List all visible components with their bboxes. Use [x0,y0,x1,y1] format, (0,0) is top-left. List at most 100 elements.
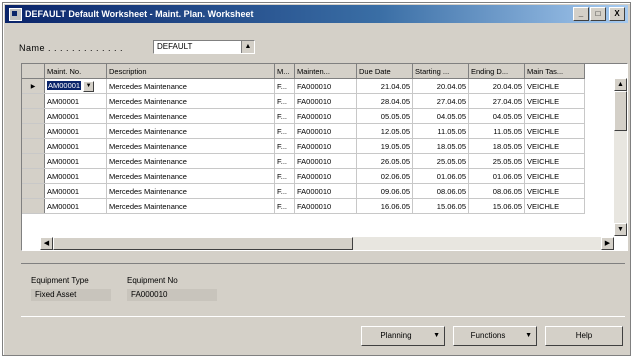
cell-maint-no[interactable]: AM00001 [44,138,107,154]
cell-ending[interactable]: 15.06.05 [468,198,525,214]
row-selector[interactable] [22,93,45,109]
col-header-due-date[interactable]: Due Date [356,64,413,79]
cell-m[interactable]: F... [274,168,295,184]
col-header-main-task[interactable]: Main Tas... [524,64,585,79]
cell-maint-no[interactable]: AM00001 [44,153,107,169]
cell-maint-no[interactable]: AM00001 [44,183,107,199]
cell-maint-no[interactable]: AM00001 [44,168,107,184]
col-header-maintenance[interactable]: Mainten... [294,64,357,79]
cell-starting[interactable]: 08.06.05 [412,183,469,199]
cell-ending[interactable]: 11.05.05 [468,123,525,139]
row-selector[interactable] [22,153,45,169]
vertical-scroll-thumb[interactable] [614,91,627,131]
scroll-right-icon[interactable]: ▶ [601,237,614,250]
cell-m[interactable]: F... [274,78,295,94]
cell-dropdown-icon[interactable]: ▼ [83,80,95,92]
horizontal-scrollbar[interactable]: ◀ ▶ [40,237,614,250]
cell-maintenance[interactable]: FA000010 [294,93,357,109]
cell-maintenance[interactable]: FA000010 [294,108,357,124]
cell-maintenance[interactable]: FA000010 [294,78,357,94]
cell-due-date[interactable]: 12.05.05 [356,123,413,139]
cell-m[interactable]: F... [274,153,295,169]
cell-ending[interactable]: 27.04.05 [468,93,525,109]
cell-maint-no[interactable]: AM00001 [44,93,107,109]
vertical-scrollbar[interactable]: ▲ ▼ [614,78,627,236]
cell-m[interactable]: F... [274,138,295,154]
scroll-left-icon[interactable]: ◀ [40,237,53,250]
table-row[interactable]: AM00001 Mercedes Maintenance F... FA0000… [22,168,585,184]
table-row[interactable]: AM00001 Mercedes Maintenance F... FA0000… [22,138,585,154]
name-combo[interactable]: DEFAULT ▲ [153,40,255,54]
cell-main-task[interactable]: VEICHLE [524,168,585,184]
active-cell-value[interactable]: AM00001 [47,80,82,90]
col-header-ending[interactable]: Ending D... [468,64,525,79]
current-row-marker-icon[interactable]: ▶ [22,78,45,94]
cell-due-date[interactable]: 02.06.05 [356,168,413,184]
cell-due-date[interactable]: 09.06.05 [356,183,413,199]
help-button[interactable]: Help [545,326,623,346]
table-row[interactable]: ▶ AM00001 ▼ Mercedes Maintenance F... FA0… [22,78,585,94]
cell-description[interactable]: Mercedes Maintenance [106,183,275,199]
table-row[interactable]: AM00001 Mercedes Maintenance F... FA0000… [22,108,585,124]
cell-maint-no[interactable]: AM00001 [44,198,107,214]
cell-maintenance[interactable]: FA000010 [294,183,357,199]
cell-starting[interactable]: 11.05.05 [412,123,469,139]
cell-due-date[interactable]: 05.05.05 [356,108,413,124]
table-row[interactable]: AM00001 Mercedes Maintenance F... FA0000… [22,153,585,169]
cell-maintenance[interactable]: FA000010 [294,168,357,184]
horizontal-scroll-thumb[interactable] [53,237,353,250]
cell-main-task[interactable]: VEICHLE [524,123,585,139]
cell-maint-no[interactable]: AM00001 [44,108,107,124]
cell-ending[interactable]: 25.05.05 [468,153,525,169]
cell-starting[interactable]: 25.05.05 [412,153,469,169]
planning-button[interactable]: Planning ▼ [361,326,445,346]
cell-ending[interactable]: 08.06.05 [468,183,525,199]
minimize-button[interactable]: _ [573,7,589,21]
cell-description[interactable]: Mercedes Maintenance [106,123,275,139]
cell-starting[interactable]: 27.04.05 [412,93,469,109]
cell-maintenance[interactable]: FA000010 [294,198,357,214]
col-header-starting[interactable]: Starting ... [412,64,469,79]
name-dropdown-button[interactable]: ▲ [241,41,254,53]
close-button[interactable]: X [609,7,625,21]
scroll-up-icon[interactable]: ▲ [614,78,627,91]
cell-ending[interactable]: 01.06.05 [468,168,525,184]
cell-due-date[interactable]: 16.06.05 [356,198,413,214]
cell-ending[interactable]: 20.04.05 [468,78,525,94]
row-selector[interactable] [22,138,45,154]
row-selector[interactable] [22,123,45,139]
cell-starting[interactable]: 18.05.05 [412,138,469,154]
cell-m[interactable]: F... [274,183,295,199]
cell-description[interactable]: Mercedes Maintenance [106,93,275,109]
cell-m[interactable]: F... [274,93,295,109]
cell-main-task[interactable]: VEICHLE [524,183,585,199]
table-row[interactable]: AM00001 Mercedes Maintenance F... FA0000… [22,198,585,214]
row-selector[interactable] [22,198,45,214]
cell-description[interactable]: Mercedes Maintenance [106,138,275,154]
table-row[interactable]: AM00001 Mercedes Maintenance F... FA0000… [22,183,585,199]
cell-maintenance[interactable]: FA000010 [294,138,357,154]
row-selector[interactable] [22,168,45,184]
row-selector[interactable] [22,108,45,124]
cell-due-date[interactable]: 28.04.05 [356,93,413,109]
cell-main-task[interactable]: VEICHLE [524,93,585,109]
cell-starting[interactable]: 01.06.05 [412,168,469,184]
cell-main-task[interactable]: VEICHLE [524,108,585,124]
maximize-button[interactable]: □ [590,7,606,21]
cell-m[interactable]: F... [274,198,295,214]
table-row[interactable]: AM00001 Mercedes Maintenance F... FA0000… [22,123,585,139]
cell-description[interactable]: Mercedes Maintenance [106,78,275,94]
cell-maint-no[interactable]: AM00001 ▼ [44,78,107,94]
cell-m[interactable]: F... [274,108,295,124]
cell-starting[interactable]: 20.04.05 [412,78,469,94]
cell-starting[interactable]: 04.05.05 [412,108,469,124]
table-row[interactable]: AM00001 Mercedes Maintenance F... FA0000… [22,93,585,109]
col-header-description[interactable]: Description [106,64,275,79]
cell-main-task[interactable]: VEICHLE [524,78,585,94]
cell-ending[interactable]: 04.05.05 [468,108,525,124]
cell-starting[interactable]: 15.06.05 [412,198,469,214]
cell-maintenance[interactable]: FA000010 [294,153,357,169]
cell-due-date[interactable]: 26.05.05 [356,153,413,169]
cell-ending[interactable]: 18.05.05 [468,138,525,154]
cell-main-task[interactable]: VEICHLE [524,153,585,169]
